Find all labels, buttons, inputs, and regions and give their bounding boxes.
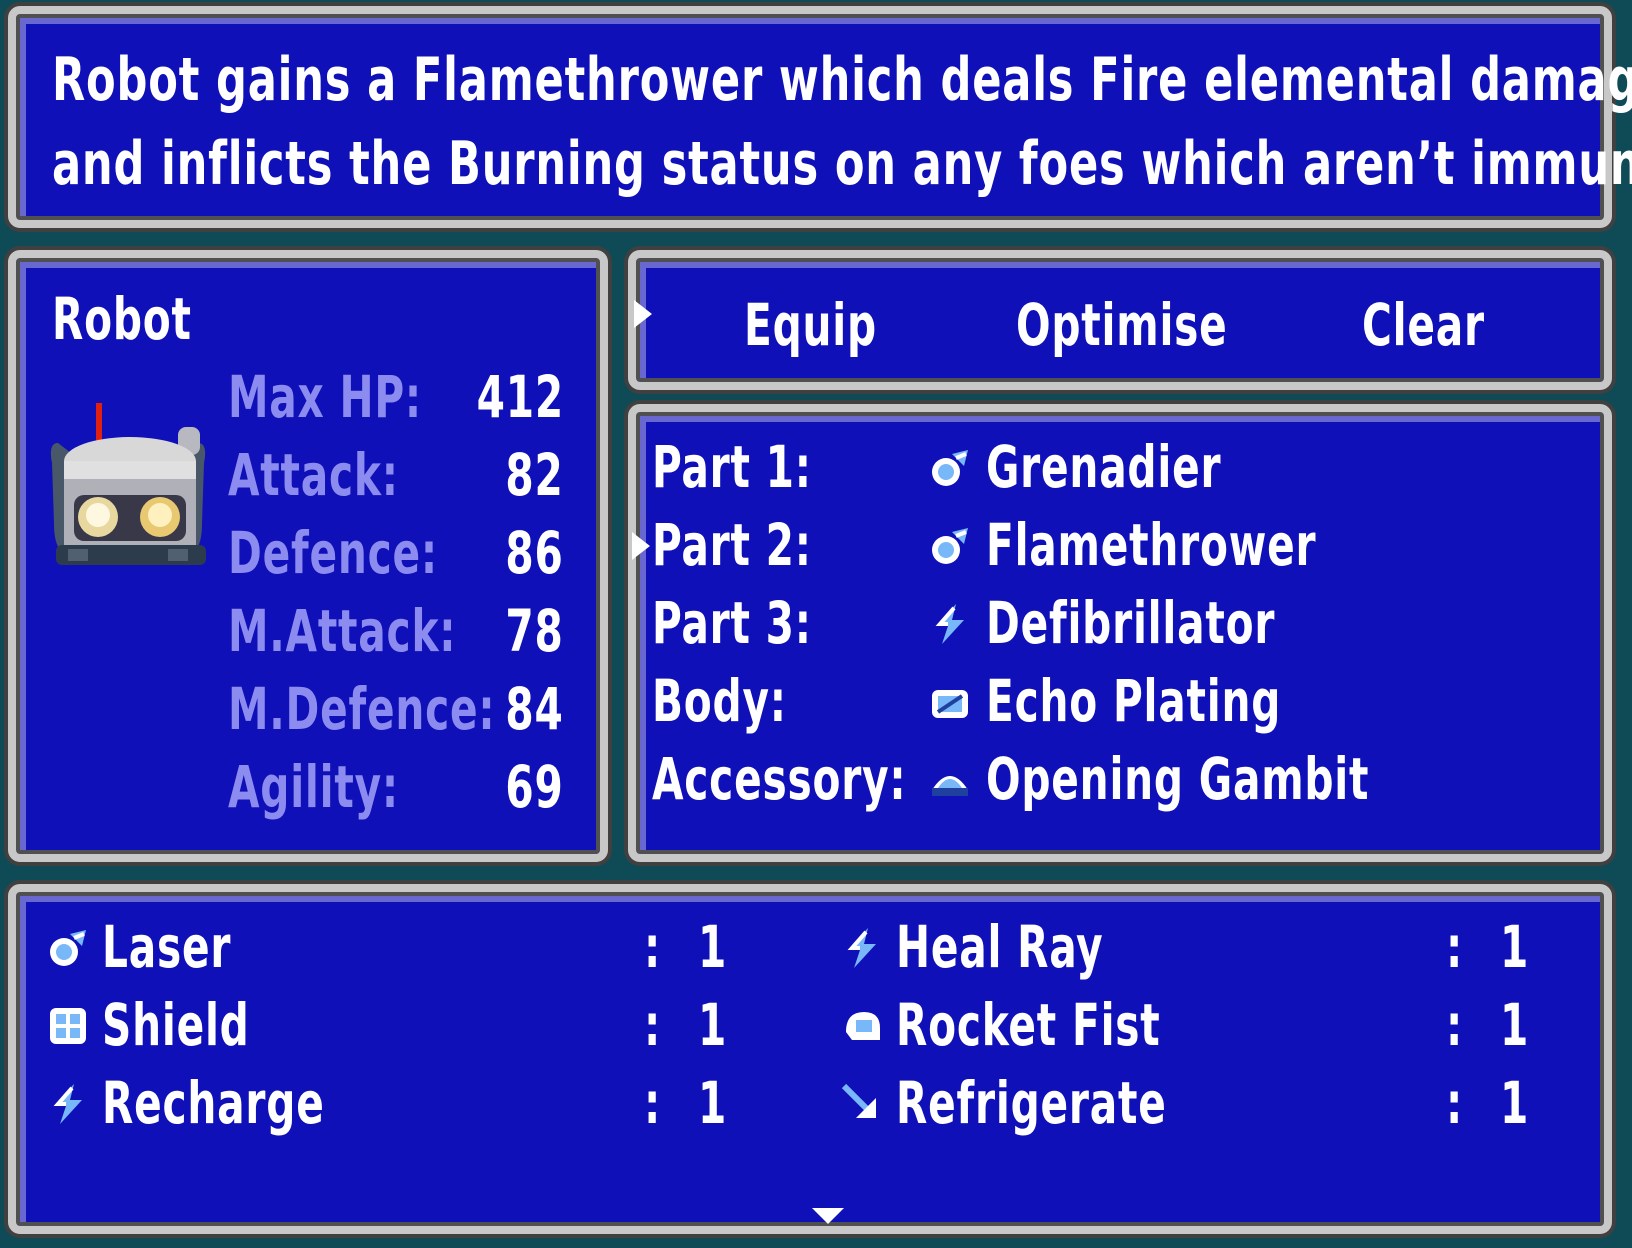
inventory-item[interactable]: Laser:1	[46, 912, 746, 982]
lightning-part-icon	[46, 1082, 90, 1126]
stat-label: Defence:	[228, 519, 438, 587]
ice-arrow-icon	[840, 1082, 884, 1126]
robot-portrait	[50, 403, 206, 565]
armor-body-icon	[928, 680, 972, 724]
optimise-command[interactable]: Optimise	[1016, 296, 1228, 354]
weapon-part-icon	[928, 524, 972, 568]
inventory-item[interactable]: Rocket Fist:1	[840, 990, 1540, 1060]
slot-row[interactable]: Accessory: Opening Gambit	[636, 746, 1596, 816]
weapon-part-icon	[46, 926, 90, 970]
inventory-item-name: Shield	[102, 991, 250, 1059]
equip-command[interactable]: Equip	[744, 296, 877, 354]
slot-label: Accessory:	[652, 745, 907, 813]
command-cursor	[634, 300, 652, 328]
inventory-item-separator: :	[644, 991, 662, 1059]
clear-command[interactable]: Clear	[1362, 296, 1485, 354]
description-line-2: and inflicts the Burning status on any f…	[52, 129, 1632, 199]
inventory-item-name: Rocket Fist	[896, 991, 1161, 1059]
stat-value: 412	[476, 363, 564, 431]
inventory-item-count: 1	[698, 991, 728, 1059]
accessory-icon	[928, 758, 972, 802]
stat-value: 84	[505, 675, 564, 743]
stat-label: Max HP:	[228, 363, 423, 431]
slot-row[interactable]: Body: Echo Plating	[636, 668, 1596, 738]
inventory-item-count: 1	[1500, 991, 1530, 1059]
slot-item-name: Grenadier	[986, 433, 1222, 501]
slot-row[interactable]: Part 3: Defibrillator	[636, 590, 1596, 660]
slot-cursor	[632, 532, 650, 560]
inventory-item-name: Refrigerate	[896, 1069, 1167, 1137]
character-status-window: Robot Max HP: 412 Attack: 82 Defence: 86 M.Att…	[8, 250, 608, 862]
inventory-item-separator: :	[1446, 913, 1464, 981]
lightning-part-icon	[928, 602, 972, 646]
shield-part-icon	[46, 1004, 90, 1048]
inventory-item-separator: :	[644, 1069, 662, 1137]
stat-value: 78	[505, 597, 564, 665]
slot-item-name: Defibrillator	[986, 589, 1276, 657]
inventory-item[interactable]: Shield:1	[46, 990, 746, 1060]
inventory-item-name: Laser	[102, 913, 232, 981]
slot-label: Part 2:	[652, 511, 812, 579]
command-window: Equip Optimise Clear	[628, 250, 1612, 390]
inventory-item-name: Recharge	[102, 1069, 325, 1137]
scroll-down-arrow-icon[interactable]	[812, 1208, 844, 1224]
inventory-item-count: 1	[1500, 1069, 1530, 1137]
inventory-item[interactable]: Heal Ray:1	[840, 912, 1540, 982]
stat-label: Agility:	[228, 753, 399, 821]
fist-part-icon	[840, 1004, 884, 1048]
stat-label: M.Attack:	[228, 597, 457, 665]
inventory-item-separator: :	[1446, 1069, 1464, 1137]
inventory-item[interactable]: Refrigerate:1	[840, 1068, 1540, 1138]
slot-item-name: Opening Gambit	[986, 745, 1370, 813]
slot-label: Part 1:	[652, 433, 812, 501]
stat-label: M.Defence:	[228, 675, 496, 743]
slot-row[interactable]: Part 1: Grenadier	[636, 434, 1596, 504]
inventory-item-count: 1	[1500, 913, 1530, 981]
inventory-item-name: Heal Ray	[896, 913, 1104, 981]
stat-value: 82	[505, 441, 564, 509]
character-name: Robot	[52, 285, 192, 353]
slot-item-name: Flamethrower	[986, 511, 1317, 579]
inventory-item-separator: :	[1446, 991, 1464, 1059]
description-line-1: Robot gains a Flamethrower which deals F…	[52, 45, 1632, 115]
weapon-part-icon	[928, 446, 972, 490]
slot-row[interactable]: Part 2: Flamethrower	[632, 511, 1596, 582]
inventory-item-count: 1	[698, 1069, 728, 1137]
stat-value: 69	[505, 753, 564, 821]
inventory-item-count: 1	[698, 913, 728, 981]
stat-label: Attack:	[228, 441, 399, 509]
equipment-slots-window: Part 1: Grenadier Part 2: Flamethrower Part …	[628, 404, 1612, 862]
inventory-window: Laser:1 Heal Ray:1 Shield:1 Rocket Fist:1 Re…	[8, 884, 1612, 1234]
stat-value: 86	[505, 519, 564, 587]
slot-label: Part 3:	[652, 589, 812, 657]
lightning-part-icon	[840, 926, 884, 970]
slot-label: Body:	[652, 667, 787, 735]
description-window: Robot gains a Flamethrower which deals F…	[8, 6, 1632, 228]
slot-item-name: Echo Plating	[986, 667, 1282, 735]
inventory-item-separator: :	[644, 913, 662, 981]
inventory-item[interactable]: Recharge:1	[46, 1068, 746, 1138]
